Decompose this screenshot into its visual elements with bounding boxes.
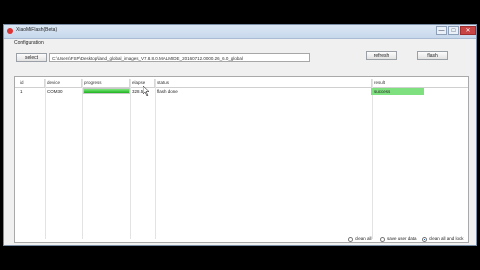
title-bar: XiaoMiFlash(Beta) — □ ✕ xyxy=(4,25,476,39)
clean-all-and-lock-radio[interactable] xyxy=(422,237,427,242)
mouse-cursor-icon xyxy=(143,86,150,96)
column-header-progress[interactable]: progress xyxy=(82,79,130,87)
row-device-cell: COM30 xyxy=(47,89,63,94)
column-divider xyxy=(82,79,83,239)
column-header-result[interactable]: result xyxy=(372,79,468,87)
column-divider xyxy=(45,79,46,239)
device-table: id device progress elapse status result … xyxy=(14,76,469,243)
maximize-button[interactable]: □ xyxy=(448,26,459,35)
save-user-data-radio[interactable] xyxy=(380,237,385,242)
row-status-cell: flash done xyxy=(157,89,178,94)
rom-path-input[interactable]: C:\Users\FSP\Desktop\land_global_images_… xyxy=(49,53,310,62)
column-divider xyxy=(130,79,131,239)
select-button[interactable]: select xyxy=(16,53,47,62)
column-header-id[interactable]: id xyxy=(18,79,45,87)
app-window: XiaoMiFlash(Beta) — □ ✕ Configuration se… xyxy=(3,24,477,246)
progress-fill xyxy=(84,89,129,93)
column-divider xyxy=(372,79,373,239)
save-user-data-label[interactable]: save user data xyxy=(387,236,417,241)
row-id-cell: 1 xyxy=(20,89,23,94)
column-header-status[interactable]: status xyxy=(155,79,372,87)
clean-all-and-lock-label[interactable]: clean all and lock xyxy=(429,236,464,241)
column-divider xyxy=(155,79,156,239)
app-icon xyxy=(7,28,13,34)
close-button[interactable]: ✕ xyxy=(460,26,476,35)
flash-options: clean all save user data clean all and l… xyxy=(4,233,476,247)
clean-all-radio[interactable] xyxy=(348,237,353,242)
flash-button[interactable]: flash xyxy=(417,51,448,60)
row-progress-bar xyxy=(83,88,130,94)
minimize-button[interactable]: — xyxy=(436,26,447,35)
clean-all-label[interactable]: clean all xyxy=(355,236,372,241)
window-title: XiaoMiFlash(Beta) xyxy=(16,27,58,33)
row-result-cell: success xyxy=(374,89,391,94)
column-header-device[interactable]: device xyxy=(45,79,82,87)
configuration-label: Configuration xyxy=(14,40,44,46)
refresh-button[interactable]: refresh xyxy=(366,51,397,60)
